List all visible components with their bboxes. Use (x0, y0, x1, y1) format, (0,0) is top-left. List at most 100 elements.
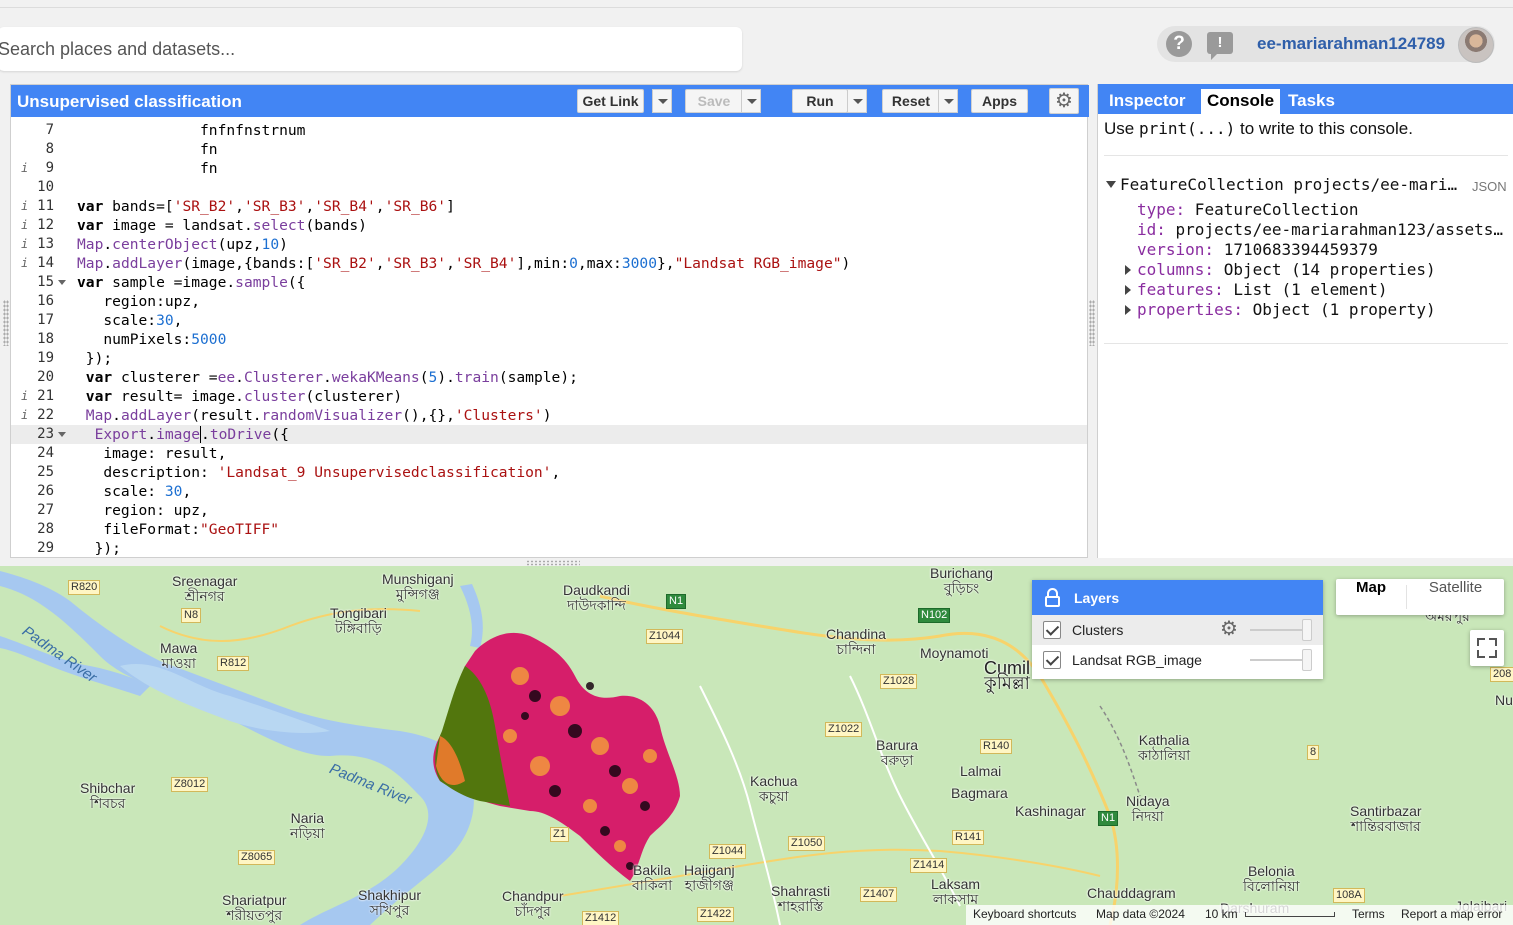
line-number[interactable]: 15 (11, 273, 54, 292)
search-box[interactable] (0, 27, 742, 71)
code-line[interactable]: 19 }); (11, 349, 1087, 368)
info-icon[interactable]: i (21, 216, 28, 235)
line-number[interactable]: 13 (11, 235, 54, 254)
run-button[interactable]: Run (792, 89, 848, 113)
report-map-error-link[interactable]: Report a map error (1401, 907, 1502, 921)
line-number[interactable]: 24 (11, 444, 54, 463)
code-line[interactable]: 7 fnfnfnstrnum (11, 121, 1087, 140)
lock-icon[interactable] (1045, 588, 1060, 607)
line-number[interactable]: 9 (11, 159, 54, 178)
feature-collection-header[interactable]: FeatureCollection projects/ee-mari… (1106, 175, 1457, 194)
console-property[interactable]: features: List (1 element) (1137, 280, 1387, 299)
code-text[interactable]: var image = landsat.select(bands) (77, 216, 367, 235)
code-text[interactable]: Map.centerObject(upz,10) (77, 235, 288, 254)
code-text[interactable]: fn (77, 140, 218, 159)
layer-checkbox[interactable] (1043, 621, 1061, 639)
line-number[interactable]: 20 (11, 368, 54, 387)
code-text[interactable]: fileFormat:"GeoTIFF" (77, 520, 279, 539)
line-number[interactable]: 17 (11, 311, 54, 330)
code-text[interactable]: }); (77, 539, 121, 558)
line-number[interactable]: 11 (11, 197, 54, 216)
code-line[interactable]: 12 i var image = landsat.select(bands) (11, 216, 1087, 235)
save-dropdown[interactable] (741, 89, 761, 113)
account-username[interactable]: ee-mariarahman124789 (1257, 34, 1445, 54)
code-text[interactable]: Export.image.toDrive({ (77, 425, 289, 444)
layer-row-clusters[interactable]: Clusters ⚙ (1032, 615, 1323, 645)
code-text[interactable]: region: upz, (77, 501, 208, 520)
code-text[interactable]: description: 'Landsat_9 Unsupervisedclas… (77, 463, 560, 482)
code-line[interactable]: 11 i var bands=['SR_B2','SR_B3','SR_B4','S… (11, 197, 1087, 216)
code-text[interactable]: var clusterer =ee.Clusterer.wekaKMeans(5… (77, 368, 578, 387)
code-text[interactable]: scale: 30, (77, 482, 191, 501)
code-line[interactable]: 13 i Map.centerObject(upz,10) (11, 235, 1087, 254)
feedback-icon[interactable]: ! (1207, 32, 1233, 60)
map-type-map-button[interactable]: Map (1336, 579, 1406, 615)
code-text[interactable]: Map.addLayer(result.randomVisualizer(),{… (77, 406, 552, 425)
line-number[interactable]: 21 (11, 387, 54, 406)
code-line[interactable]: 14 i Map.addLayer(image,{bands:['SR_B2','S… (11, 254, 1087, 273)
map-type-satellite-button[interactable]: Satellite (1407, 579, 1504, 615)
tab-inspector[interactable]: Inspector (1103, 89, 1192, 114)
tab-console[interactable]: Console (1201, 89, 1281, 114)
code-line[interactable]: 10 (11, 178, 1087, 197)
code-line[interactable]: 16 region:upz, (11, 292, 1087, 311)
get-link-button[interactable]: Get Link (577, 89, 644, 113)
layer-row-landsat[interactable]: Landsat RGB_image (1032, 645, 1323, 675)
code-line[interactable]: 25 description: 'Landsat_9 Unsupervisedc… (11, 463, 1087, 482)
code-line[interactable]: 18 numPixels:5000 (11, 330, 1087, 349)
line-number[interactable]: 27 (11, 501, 54, 520)
layer-opacity-handle[interactable] (1302, 649, 1312, 671)
scale-label[interactable]: 10 km (1205, 907, 1238, 921)
code-text[interactable]: var bands=['SR_B2','SR_B3','SR_B4','SR_B… (77, 197, 455, 216)
settings-gear-icon[interactable]: ⚙ (1049, 88, 1079, 114)
layer-opacity-handle[interactable] (1302, 619, 1312, 641)
avatar[interactable] (1458, 27, 1494, 63)
code-line[interactable]: 17 scale:30, (11, 311, 1087, 330)
line-number[interactable]: 14 (11, 254, 54, 273)
code-area[interactable]: 7 fnfnfnstrnum 8 fn 9 i fn 10 11 i var bands=['… (11, 121, 1087, 559)
save-button[interactable]: Save (685, 89, 743, 113)
code-line[interactable]: 15 var sample =image.sample({ (11, 273, 1087, 292)
layer-opacity-slider[interactable] (1250, 629, 1306, 631)
layers-panel-header[interactable]: Layers (1032, 580, 1323, 615)
help-icon[interactable]: ? (1166, 31, 1192, 57)
line-number[interactable]: 18 (11, 330, 54, 349)
console-property[interactable]: columns: Object (14 properties) (1137, 260, 1436, 279)
code-line[interactable]: 22 i Map.addLayer(result.randomVisualizer… (11, 406, 1087, 425)
collapse-triangle-icon[interactable] (1106, 181, 1116, 188)
info-icon[interactable]: i (21, 235, 28, 254)
code-line[interactable]: 21 i var result= image.cluster(clusterer) (11, 387, 1087, 406)
feature-collection-title[interactable]: FeatureCollection projects/ee-mari… (1120, 175, 1457, 194)
code-line[interactable]: 9i fn (11, 159, 1087, 178)
code-line[interactable]: 29 }); (11, 539, 1087, 558)
fold-arrow-icon[interactable] (58, 280, 66, 285)
layer-settings-gear-icon[interactable]: ⚙ (1220, 618, 1238, 640)
info-icon[interactable]: i (21, 406, 28, 425)
line-number[interactable]: 22 (11, 406, 54, 425)
info-icon[interactable]: i (21, 159, 28, 178)
code-line[interactable]: 23 Export.image.toDrive({ (11, 425, 1087, 444)
line-number[interactable]: 29 (11, 539, 54, 558)
code-text[interactable]: scale:30, (77, 311, 182, 330)
get-link-dropdown[interactable] (652, 89, 672, 113)
expand-triangle-icon[interactable] (1125, 265, 1131, 275)
fullscreen-icon[interactable] (1470, 630, 1504, 666)
expand-triangle-icon[interactable] (1125, 305, 1131, 315)
info-icon[interactable]: i (21, 197, 28, 216)
code-text[interactable]: Map.addLayer(image,{bands:['SR_B2','SR_B… (77, 254, 850, 273)
layer-checkbox[interactable] (1043, 651, 1061, 669)
reset-button[interactable]: Reset (882, 89, 940, 113)
code-line[interactable]: 28 fileFormat:"GeoTIFF" (11, 520, 1087, 539)
keyboard-shortcuts-link[interactable]: Keyboard shortcuts (973, 907, 1076, 921)
line-number[interactable]: 7 (11, 121, 54, 140)
code-line[interactable]: 20 var clusterer =ee.Clusterer.wekaKMean… (11, 368, 1087, 387)
code-text[interactable]: fn (77, 159, 218, 178)
search-input[interactable] (0, 27, 742, 71)
json-button[interactable]: JSON (1472, 179, 1507, 194)
line-number[interactable]: 12 (11, 216, 54, 235)
middle-resize-handle[interactable] (1089, 300, 1095, 346)
line-number[interactable]: 8 (11, 140, 54, 159)
code-line[interactable]: 26 scale: 30, (11, 482, 1087, 501)
line-number[interactable]: 16 (11, 292, 54, 311)
code-line[interactable]: 24 image: result, (11, 444, 1087, 463)
